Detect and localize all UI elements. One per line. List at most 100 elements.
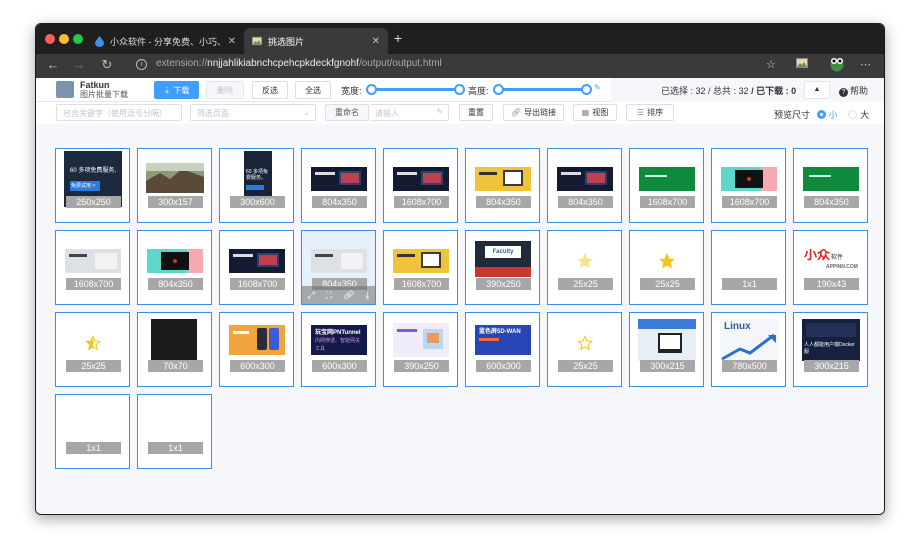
- image-thumbnail[interactable]: 70x70: [137, 312, 212, 387]
- preview-size-large-radio[interactable]: 大: [848, 110, 869, 120]
- image-thumbnail[interactable]: 804x350: [547, 148, 622, 223]
- image-thumbnail[interactable]: 804x350: [301, 148, 376, 223]
- width-slider-min-handle[interactable]: [366, 84, 377, 95]
- image-dimensions-label: 250x250: [66, 196, 121, 208]
- image-thumbnail[interactable]: 300x215: [629, 312, 704, 387]
- image-thumbnail[interactable]: 25x25: [55, 312, 130, 387]
- drop-icon: [94, 35, 104, 47]
- image-thumbnail[interactable]: 60 多项免费服务。 300x600: [219, 148, 294, 223]
- width-slider-track[interactable]: [371, 88, 459, 91]
- image-thumbnail[interactable]: 25x25: [629, 230, 704, 305]
- image-thumbnail[interactable]: 1608x700: [629, 148, 704, 223]
- collapse-up-button[interactable]: ▲: [804, 81, 830, 99]
- edit-icon: ✎: [436, 107, 443, 116]
- image-dimensions-label: 1x1: [722, 278, 777, 290]
- app-toolbar: Fatkun 图片批量下载 ⇣ 下载 删除 反选 全选 宽度: 高度: ✎ 已选择…: [36, 78, 884, 102]
- image-thumbnail[interactable]: 804x350: [465, 148, 540, 223]
- tab-pick-images[interactable]: 挑选图片 ✕: [244, 28, 388, 54]
- image-thumbnail[interactable]: 25x25: [547, 230, 622, 305]
- keyword-filter-input[interactable]: 包含关键字（使用逗号分隔）: [56, 104, 182, 121]
- image-thumbnail[interactable]: 蓝色屏5D-WAN 600x300: [465, 312, 540, 387]
- height-slider-track[interactable]: [498, 88, 586, 91]
- image-thumbnail[interactable]: 804x350: [137, 230, 212, 305]
- info-icon[interactable]: i: [136, 59, 147, 70]
- image-thumbnail[interactable]: 人人都能用户端Docker 服 300x215: [793, 312, 868, 387]
- image-thumbnail[interactable]: Faculty 390x250: [465, 230, 540, 305]
- image-thumbnail[interactable]: 25x25: [547, 312, 622, 387]
- frog-extension-icon[interactable]: [829, 56, 845, 75]
- close-tab-icon[interactable]: ✕: [228, 36, 236, 47]
- image-thumbnail[interactable]: 390x250: [383, 312, 458, 387]
- thumbnail-image: [85, 335, 101, 351]
- image-thumbnail[interactable]: 600x300: [219, 312, 294, 387]
- download-icon[interactable]: ⤓: [366, 290, 370, 301]
- thumbnail-image: [803, 167, 859, 191]
- new-tab-button[interactable]: +: [388, 30, 408, 46]
- close-tab-icon[interactable]: ✕: [372, 36, 380, 47]
- image-thumbnail[interactable]: 玩宝网PNTunnel 内网穿透、智能网关工具 600x300: [301, 312, 376, 387]
- image-dimensions-label: 804x350: [148, 278, 203, 290]
- page-filter-select[interactable]: 筛选页面 ⌄: [190, 104, 316, 121]
- image-thumbnail[interactable]: 1608x700: [383, 230, 458, 305]
- view-button[interactable]: ▦ 视图: [573, 104, 617, 121]
- image-dimensions-label: 25x25: [558, 278, 613, 290]
- image-thumbnail[interactable]: 804x350 ⤢ ⛶ 🔗︎ ⤓: [301, 230, 376, 305]
- reset-button[interactable]: 重置: [459, 104, 493, 121]
- image-dimensions-label: 1608x700: [722, 196, 777, 208]
- invert-selection-button[interactable]: 反选: [252, 81, 288, 99]
- image-dimensions-label: 300x157: [148, 196, 203, 208]
- image-dimensions-label: 300x215: [804, 360, 859, 372]
- image-thumbnail[interactable]: 60 多项免费服务, 免费试用 >250x250: [55, 148, 130, 223]
- tab-appinn[interactable]: 小众软件 - 分享免费、小巧、实用 ✕: [86, 28, 244, 54]
- close-window-button[interactable]: [45, 34, 55, 44]
- width-slider-max-handle[interactable]: [454, 84, 465, 95]
- height-slider-min-handle[interactable]: [493, 84, 504, 95]
- thumbnail-image: Faculty: [475, 241, 531, 277]
- image-dimensions-label: 780x500: [722, 360, 777, 372]
- preview-size-small-radio[interactable]: 小: [816, 110, 838, 120]
- delete-button[interactable]: 删除: [206, 81, 244, 99]
- maximize-window-button[interactable]: [73, 34, 83, 44]
- height-slider-max-handle[interactable]: [581, 84, 592, 95]
- image-dimensions-label: 1608x700: [230, 278, 285, 290]
- slider-edit-icon[interactable]: ✎: [594, 83, 601, 92]
- image-dimensions-label: 804x350: [804, 196, 859, 208]
- export-links-button[interactable]: 🔗︎ 导出链接: [503, 104, 564, 121]
- selection-stats: 已选择 : 32 / 总共 : 32 / 已下载 : 0 ▲ ? 帮助: [611, 78, 884, 102]
- more-menu-icon[interactable]: ⋯: [860, 58, 871, 71]
- reload-icon[interactable]: ↻: [98, 57, 116, 73]
- forward-icon[interactable]: →: [70, 57, 88, 72]
- image-thumbnail[interactable]: 1608x700: [219, 230, 294, 305]
- extension-image-icon[interactable]: [796, 58, 808, 71]
- image-thumbnail[interactable]: 1x1: [137, 394, 212, 469]
- image-thumbnail[interactable]: 小众软件 APPINN.COM 190x43: [793, 230, 868, 305]
- image-thumbnail[interactable]: 1x1: [55, 394, 130, 469]
- minimize-window-button[interactable]: [59, 34, 69, 44]
- image-thumbnail[interactable]: 804x350: [793, 148, 868, 223]
- image-thumbnail[interactable]: 1608x700: [383, 148, 458, 223]
- image-thumbnail[interactable]: Linux 780x500: [711, 312, 786, 387]
- thumbnail-image: [577, 335, 593, 351]
- link-icon[interactable]: 🔗︎: [343, 290, 354, 301]
- rename-input[interactable]: 请输入 ✎: [369, 104, 449, 121]
- star-bookmark-icon[interactable]: ☆: [766, 58, 776, 71]
- thumbnail-hover-toolbar: ⤢ ⛶ 🔗︎ ⤓: [302, 286, 375, 304]
- expand-icon[interactable]: ⤢: [308, 290, 315, 301]
- image-dimensions-label: 25x25: [66, 360, 121, 372]
- image-thumbnail[interactable]: 1x1: [711, 230, 786, 305]
- help-link[interactable]: ? 帮助: [839, 84, 868, 97]
- thumbnail-image: [557, 167, 613, 191]
- thumbnail-image: [659, 253, 675, 269]
- thumbnail-image: 小众软件 APPINN.COM: [804, 249, 858, 269]
- download-button[interactable]: ⇣ 下载: [154, 81, 199, 99]
- stats-text: 已选择 : 32 / 总共 : 32 / 已下载 : 0: [661, 86, 797, 96]
- back-icon[interactable]: ←: [44, 57, 62, 72]
- image-thumbnail[interactable]: 300x157: [137, 148, 212, 223]
- url-text[interactable]: extension://nnjjahlikiabnchcpehcpkdeckfg…: [156, 58, 442, 69]
- fullscreen-icon[interactable]: ⛶: [326, 290, 332, 301]
- sort-button[interactable]: ☰ 排序: [626, 104, 674, 121]
- thumbnail-image: 玩宝网PNTunnel 内网穿透、智能网关工具: [311, 325, 367, 355]
- image-thumbnail[interactable]: 1608x700: [55, 230, 130, 305]
- select-all-button[interactable]: 全选: [295, 81, 331, 99]
- image-thumbnail[interactable]: 1608x700: [711, 148, 786, 223]
